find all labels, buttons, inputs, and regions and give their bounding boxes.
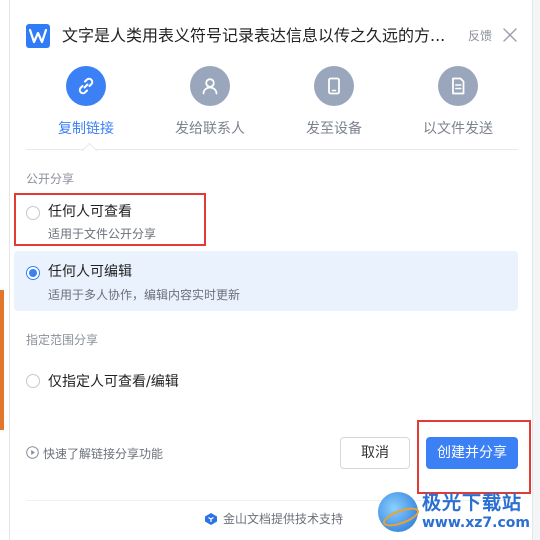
file-icon (438, 66, 478, 106)
share-method-tabs: 复制链接 发给联系人 发至设备 以文件发送 (26, 66, 518, 150)
radio-specified-people[interactable] (26, 374, 40, 388)
tablet-icon (314, 66, 354, 106)
watermark-url: www.xz7.com (422, 515, 530, 531)
footer-credit: 金山文档提供技术支持 (223, 512, 344, 526)
tab-copy-link[interactable]: 复制链接 (26, 66, 146, 150)
site-watermark: 极光下载站 www.xz7.com (378, 488, 534, 536)
dialog-header: 文字是人类用表义符号记录表达信息以传之久远的方... 反馈 (26, 24, 518, 48)
help-link-label: 快速了解链接分享功能 (43, 447, 164, 461)
background-page-edge-right (532, 0, 540, 540)
tab-label: 发给联系人 (175, 121, 245, 137)
tab-label: 以文件发送 (423, 121, 493, 137)
wps-logo-icon (26, 24, 50, 48)
highlight-box-view-option (14, 193, 206, 246)
option-title: 任何人可编辑 (48, 264, 132, 280)
tab-send-to-device[interactable]: 发至设备 (274, 66, 394, 150)
dialog-title: 文字是人类用表义符号记录表达信息以传之久远的方... (62, 26, 446, 45)
option-anyone-can-edit[interactable]: 任何人可编辑 适用于多人协作，编辑内容实时更新 (14, 251, 518, 311)
link-icon (66, 66, 106, 106)
cancel-button[interactable]: 取消 (340, 437, 410, 469)
feedback-link[interactable]: 反馈 (468, 27, 492, 45)
watermark-title: 极光下载站 (422, 492, 523, 514)
background-page-edge (0, 0, 10, 540)
close-icon[interactable] (502, 27, 518, 43)
scoped-share-section-label: 指定范围分享 (26, 333, 99, 347)
option-specified-people[interactable]: 仅指定人可查看/编辑 (14, 362, 518, 398)
tab-label: 复制链接 (58, 121, 114, 137)
background-page-accent (0, 290, 4, 430)
tab-label: 发至设备 (306, 121, 362, 137)
highlight-box-create-button (417, 420, 531, 494)
play-circle-icon (26, 446, 39, 459)
radio-anyone-can-edit[interactable] (26, 266, 40, 280)
tab-send-to-contact[interactable]: 发给联系人 (150, 66, 270, 150)
option-description: 适用于多人协作，编辑内容实时更新 (48, 288, 241, 302)
tab-send-as-file[interactable]: 以文件发送 (398, 66, 518, 150)
public-share-section-label: 公开分享 (26, 172, 75, 186)
option-title: 仅指定人可查看/编辑 (48, 374, 179, 390)
person-icon (190, 66, 230, 106)
globe-logo-icon (378, 492, 418, 532)
kingsoft-docs-logo-icon (205, 513, 217, 525)
